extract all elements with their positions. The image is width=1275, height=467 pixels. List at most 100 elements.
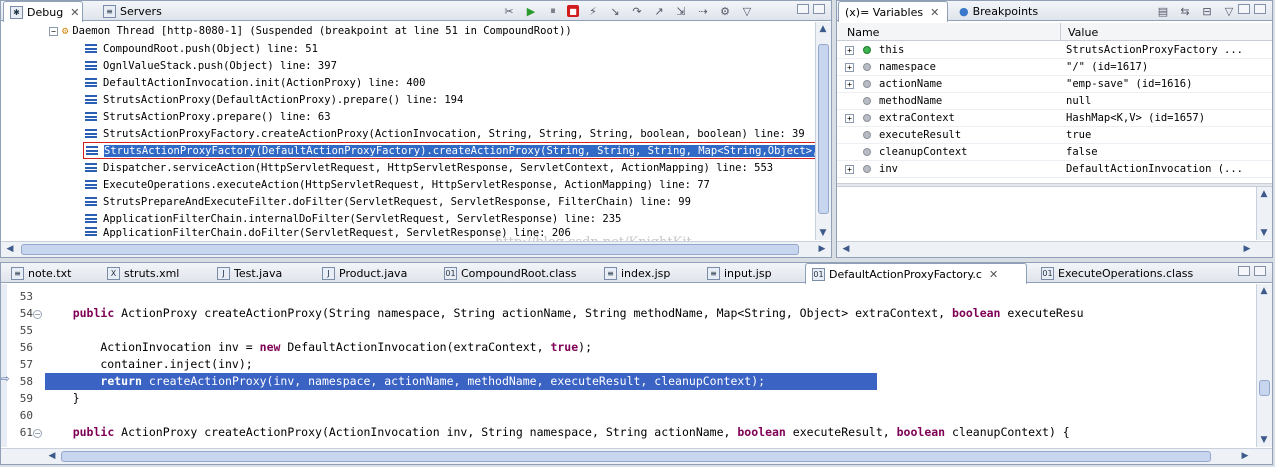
expand-icon[interactable]: + (845, 165, 854, 174)
tab-variables[interactable]: (x)= Variables ✕ (838, 1, 948, 22)
scroll-right-icon[interactable]: ▶ (1240, 242, 1254, 256)
stack-frame[interactable]: ExecuteOperations.executeAction(HttpServ… (85, 176, 710, 193)
maximize-icon[interactable] (1254, 266, 1266, 276)
maximize-icon[interactable] (1254, 4, 1266, 14)
variable-row[interactable]: methodName null (837, 93, 1272, 110)
stack-frame-selected[interactable]: StrutsActionProxyFactory(DefaultActionPr… (83, 142, 831, 159)
stack-frame[interactable]: StrutsActionProxyFactory.createActionPro… (85, 125, 805, 142)
code-line[interactable] (45, 322, 1254, 339)
variable-row[interactable]: cleanupContext false (837, 144, 1272, 161)
expand-icon[interactable]: + (845, 63, 854, 72)
resume-icon[interactable]: ▶ (523, 3, 539, 19)
stack-frame[interactable]: ApplicationFilterChain.internalDoFilter(… (85, 210, 621, 227)
horizontal-scrollbar[interactable]: ◀ ▶ (837, 241, 1272, 257)
variable-row[interactable]: + inv DefaultActionInvocation (... (837, 161, 1272, 178)
show-logical-structure-icon[interactable]: ⇆ (1177, 3, 1193, 19)
scroll-thumb[interactable] (21, 244, 799, 255)
step-return-icon[interactable]: ↗ (651, 3, 667, 19)
drop-to-frame-icon[interactable]: ⇲ (673, 3, 689, 19)
editor-horizontal-scrollbar[interactable]: ◀ ▶ (1, 448, 1272, 464)
code-line[interactable] (45, 407, 1254, 424)
close-icon[interactable]: ✕ (930, 6, 939, 19)
fold-collapse-icon[interactable]: − (33, 429, 42, 438)
scroll-thumb[interactable] (818, 44, 829, 214)
tab-struts-xml[interactable]: Xstruts.xml (101, 263, 185, 283)
view-menu-icon[interactable]: ▽ (739, 3, 755, 19)
show-type-names-icon[interactable]: ▤ (1155, 3, 1171, 19)
minimize-icon[interactable] (797, 4, 809, 14)
column-divider[interactable] (1060, 23, 1061, 41)
stack-frame[interactable]: OgnlValueStack.push(Object) line: 397 (85, 57, 337, 74)
variable-row[interactable]: executeResult true (837, 127, 1272, 144)
scroll-left-icon[interactable]: ◀ (839, 242, 853, 256)
step-over-icon[interactable]: ↷ (629, 3, 645, 19)
variable-row[interactable]: + namespace "/" (id=1617) (837, 59, 1272, 76)
scroll-up-icon[interactable]: ▲ (816, 22, 830, 36)
scroll-left-icon[interactable]: ◀ (3, 242, 17, 256)
disconnect-icon[interactable]: ⚡ (585, 3, 601, 19)
scroll-up-icon[interactable]: ▲ (1257, 284, 1271, 298)
collapse-icon[interactable]: − (49, 26, 58, 36)
details-pane[interactable] (837, 187, 1256, 240)
code-area[interactable]: 53 54 − public ActionProxy createActionP… (1, 284, 1272, 447)
tab-note-txt[interactable]: ≡ note.txt (5, 263, 77, 283)
scroll-left-icon[interactable]: ◀ (45, 449, 59, 463)
expand-icon[interactable]: + (845, 46, 854, 55)
close-icon[interactable]: ✕ (70, 6, 79, 19)
tab-defaultactionproxyfactory[interactable]: 01 DefaultActionProxyFactory.c ✕ (805, 263, 1027, 284)
tab-input-jsp[interactable]: ≡ input.jsp (701, 263, 778, 283)
tab-executeoperations-class[interactable]: 01 ExecuteOperations.class (1035, 263, 1199, 283)
maximize-icon[interactable] (813, 4, 825, 14)
tab-breakpoints[interactable]: ● Breakpoints (953, 1, 1044, 21)
use-step-filters-icon[interactable]: ⇢ (695, 3, 711, 19)
suspend-icon[interactable]: ⏸ (545, 3, 561, 19)
fold-collapse-icon[interactable]: − (33, 310, 42, 319)
stack-frame[interactable]: StrutsActionProxy.prepare() line: 63 (85, 108, 331, 125)
code-line[interactable]: ActionInvocation inv = new DefaultAction… (45, 339, 1254, 356)
scroll-right-icon[interactable]: ▶ (815, 242, 829, 256)
expand-icon[interactable]: + (845, 80, 854, 89)
vertical-scrollbar[interactable]: ▲ ▼ (815, 22, 831, 240)
tab-test-java[interactable]: J Test.java (211, 263, 288, 283)
scroll-up-icon[interactable]: ▲ (1257, 187, 1271, 201)
details-vertical-scrollbar[interactable]: ▲ ▼ (1256, 187, 1272, 240)
terminate-icon[interactable]: ■ (567, 5, 579, 17)
close-icon[interactable]: ✕ (989, 268, 998, 281)
tab-product-java[interactable]: J Product.java (316, 263, 413, 283)
stack-frame[interactable]: StrutsActionProxy(DefaultActionProxy).pr… (85, 91, 463, 108)
collapse-all-icon[interactable]: ⊟ (1199, 3, 1215, 19)
scroll-down-icon[interactable]: ▼ (1257, 226, 1271, 240)
variable-row[interactable]: + actionName "emp-save" (id=1616) (837, 76, 1272, 93)
stack-frame[interactable]: Dispatcher.serviceAction(HttpServletRequ… (85, 159, 773, 176)
code-line-current[interactable]: return createActionProxy(inv, namespace,… (45, 373, 877, 390)
remove-launches-icon[interactable]: ✂ (501, 3, 517, 19)
view-menu-icon[interactable]: ▽ (1221, 3, 1237, 19)
variable-row[interactable]: + this StrutsActionProxyFactory ... (837, 42, 1272, 59)
code-line[interactable]: public ActionProxy createActionProxy(Str… (45, 305, 1254, 322)
tab-servers[interactable]: ≡ Servers (97, 1, 168, 21)
scroll-down-icon[interactable]: ▼ (816, 226, 830, 240)
stack-frame[interactable]: CompoundRoot.push(Object) line: 51 (85, 40, 318, 57)
expand-icon[interactable]: + (845, 114, 854, 123)
scroll-thumb[interactable] (1259, 380, 1270, 396)
code-line[interactable]: container.inject(inv); (45, 356, 1254, 373)
column-name-header[interactable]: Name (847, 26, 879, 39)
scroll-right-icon[interactable]: ▶ (1238, 449, 1252, 463)
scroll-down-icon[interactable]: ▼ (1257, 433, 1271, 447)
code-line[interactable]: public ActionProxy createActionProxy(Act… (45, 424, 1254, 441)
thread-node[interactable]: − ⚙ Daemon Thread [http-8080-1] (Suspend… (49, 25, 572, 37)
minimize-icon[interactable] (1238, 266, 1250, 276)
editor-vertical-scrollbar[interactable]: ▲ ▼ (1256, 284, 1272, 447)
variable-row[interactable]: + extraContext HashMap<K,V> (id=1657) (837, 110, 1272, 127)
tab-compoundroot-class[interactable]: 01 CompoundRoot.class (438, 263, 583, 283)
tab-index-jsp[interactable]: ≡ index.jsp (598, 263, 676, 283)
stack-frame[interactable]: DefaultActionInvocation.init(ActionProxy… (85, 74, 425, 91)
scroll-thumb[interactable] (61, 451, 1211, 462)
stack-frame[interactable]: StrutsPrepareAndExecuteFilter.doFilter(S… (85, 193, 691, 210)
code-line[interactable]: } (45, 390, 1254, 407)
threads-icon[interactable]: ⚙ (717, 3, 733, 19)
step-into-icon[interactable]: ↘ (607, 3, 623, 19)
minimize-icon[interactable] (1238, 4, 1250, 14)
column-value-header[interactable]: Value (1068, 26, 1098, 39)
tab-debug[interactable]: ✱ Debug ✕ (3, 1, 83, 22)
